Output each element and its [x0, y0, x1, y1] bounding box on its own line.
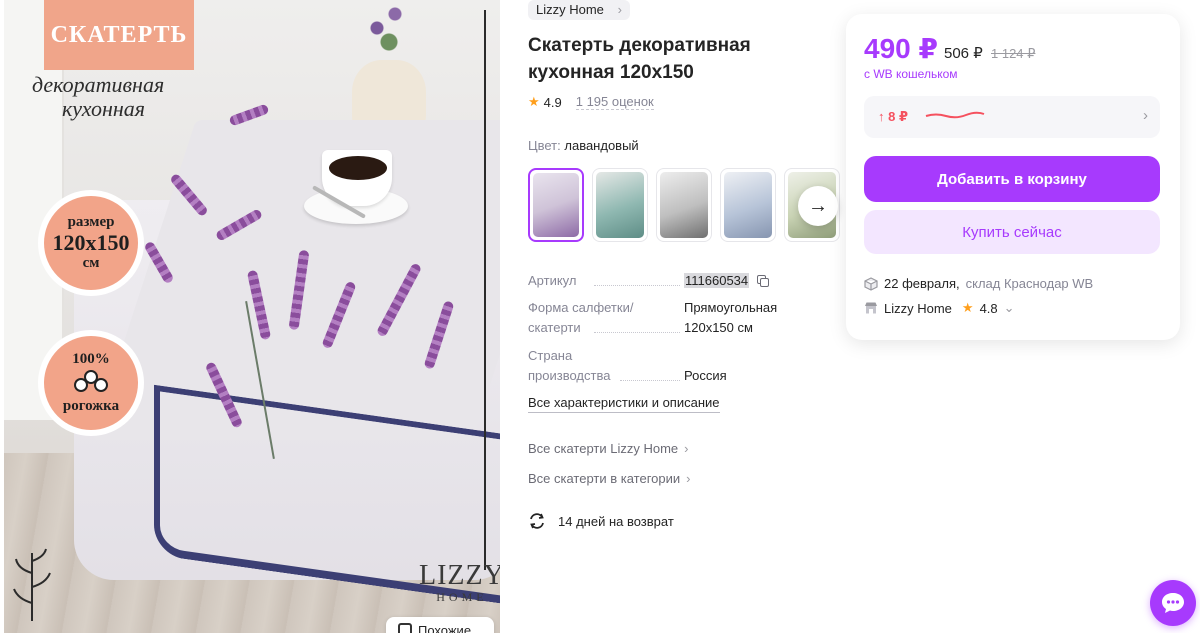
material-badge-percent: 100%	[72, 351, 110, 367]
spec-label: производства	[528, 368, 611, 383]
return-text: 14 дней на возврат	[558, 513, 674, 529]
spec-dots	[594, 285, 680, 286]
category-link[interactable]: Все скатерти в категории ›	[528, 471, 691, 486]
chevron-right-icon: ›	[617, 2, 622, 17]
buy-card: 490 ₽ 506 ₽ 1 124 ₽ с WB кошельком ↑ 8 ₽…	[846, 14, 1180, 340]
product-title: Скатерть декоративная кухонная 120х150	[528, 35, 751, 83]
chat-button[interactable]	[1150, 580, 1196, 626]
color-thumbnail[interactable]	[656, 168, 712, 242]
size-badge: размер 120х150 см	[44, 196, 138, 290]
wallet-note: с WB кошельком	[864, 67, 958, 81]
color-thumbnails	[528, 168, 840, 242]
return-icon	[530, 513, 544, 529]
all-specs-link[interactable]: Все характеристики и описание	[528, 394, 720, 413]
color-thumbnail[interactable]	[720, 168, 776, 242]
spec-value: Прямоугольная	[684, 300, 778, 315]
material-badge-label: рогожка	[62, 398, 120, 414]
product-main-image[interactable]: СКАТЕРТЬ декоративная кухонная размер 12…	[4, 0, 500, 633]
delivery-date: 22 февраля,	[884, 276, 960, 291]
box-icon	[864, 276, 878, 291]
image-title-block: СКАТЕРТЬ	[44, 0, 194, 70]
spec-dots	[594, 332, 680, 333]
price-trend-icon	[925, 111, 985, 119]
chevron-right-icon: ›	[1143, 107, 1148, 124]
reviews-link[interactable]: 1 195 оценок	[575, 94, 654, 110]
seller-rating: 4.8	[979, 300, 998, 316]
price-without-wallet: 506 ₽	[944, 45, 983, 62]
arrow-right-icon[interactable]: →	[798, 186, 838, 226]
seller-name: Lizzy Home	[884, 300, 952, 316]
size-badge-unit: см	[82, 255, 100, 272]
chevron-right-icon: ›	[684, 441, 689, 456]
spec-label: Форма салфетки/	[528, 300, 634, 315]
shop-icon	[865, 302, 877, 314]
add-to-cart-button[interactable]: Добавить в корзину	[864, 156, 1160, 202]
similar-icon	[398, 623, 412, 633]
copy-icon[interactable]	[757, 275, 769, 287]
color-label: Цвет: лавандовый	[528, 138, 639, 153]
branch-ornament-icon	[13, 548, 51, 621]
spec-article: Артикул 111660534	[528, 271, 828, 293]
article-value[interactable]: 111660534	[684, 273, 750, 288]
color-value: лавандовый	[564, 138, 639, 153]
spec-shape: Форма салфетки/ скатерти Прямоугольная 1…	[528, 298, 828, 340]
brand-logo-main: LIZZY	[419, 560, 500, 591]
coffee	[329, 156, 387, 180]
spec-country: Страна производства Россия	[528, 346, 828, 388]
price-history-row[interactable]: ↑ 8 ₽ ›	[864, 96, 1160, 138]
spec-value: 120х150 см	[684, 320, 753, 335]
cotton-icon	[74, 370, 108, 396]
brand-logo: LIZZY HOME	[419, 560, 500, 605]
color-thumbnail[interactable]	[592, 168, 648, 242]
rating-value: 4.9	[543, 94, 562, 110]
spec-dots	[620, 380, 680, 381]
color-thumbnail[interactable]	[528, 168, 584, 242]
size-badge-label: размер	[67, 213, 115, 230]
return-policy: 14 дней на возврат	[528, 512, 674, 530]
image-subtitle: кухонная	[62, 96, 146, 121]
star-icon: ★	[528, 94, 540, 109]
star-icon: ★	[961, 300, 974, 315]
delivery-info: 22 февраля, склад Краснодар WB	[864, 276, 1093, 291]
spec-value: Россия	[684, 368, 727, 383]
frame-line	[484, 10, 486, 570]
price-delta: ↑ 8 ₽	[878, 109, 908, 124]
material-badge: 100% рогожка	[44, 336, 138, 430]
similar-button[interactable]: Похожие	[386, 617, 494, 633]
delivery-warehouse: склад Краснодар WB	[965, 276, 1094, 291]
similar-label: Похожие	[418, 622, 472, 633]
spec-label: Страна	[528, 348, 573, 363]
chat-icon	[1162, 593, 1184, 613]
price-main: 490 ₽	[864, 33, 938, 64]
brand-name: Lizzy Home	[536, 2, 604, 17]
seller-info[interactable]: Lizzy Home ★ 4.8 ⌄	[864, 300, 1015, 316]
image-subtitle: декоративная	[32, 72, 165, 97]
brand-category-link[interactable]: Все скатерти Lizzy Home ›	[528, 441, 689, 456]
chevron-down-icon[interactable]: ⌄	[1004, 300, 1015, 316]
buy-now-button[interactable]: Купить сейчас	[864, 210, 1160, 254]
size-badge-value: 120х150	[52, 229, 130, 255]
brand-logo-sub: HOME	[436, 590, 488, 604]
price-original: 1 124 ₽	[991, 46, 1036, 61]
image-title: СКАТЕРТЬ	[50, 21, 188, 48]
chevron-right-icon: ›	[686, 471, 691, 486]
spec-label: Артикул	[528, 273, 577, 288]
brand-link[interactable]: Lizzy Home ›	[528, 0, 630, 20]
rating-row: ★ 4.9 1 195 оценок	[528, 94, 654, 110]
spec-label: скатерти	[528, 320, 581, 335]
